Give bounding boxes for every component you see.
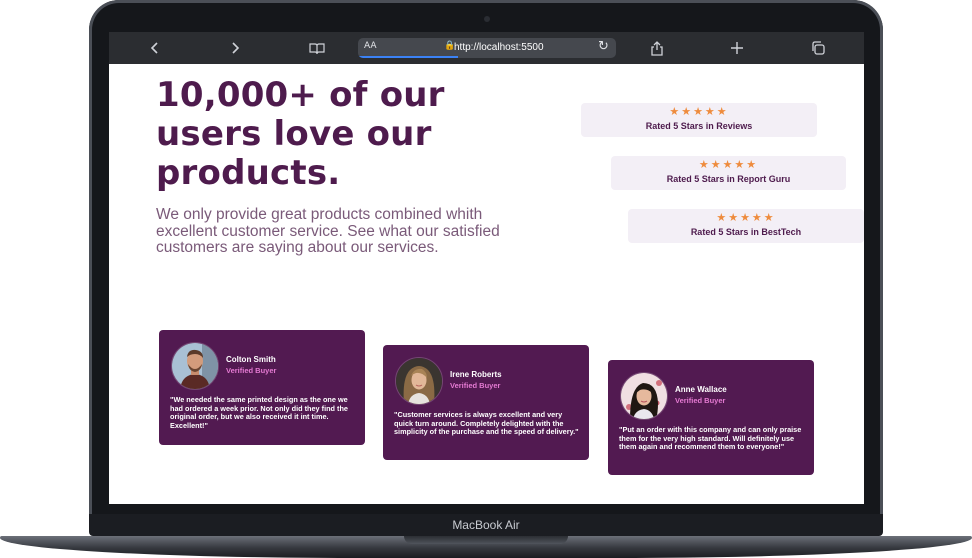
star-rating-icon: ★★★★★ xyxy=(716,211,776,224)
testimonial-name: Irene Roberts xyxy=(450,370,502,379)
bookmarks-button[interactable] xyxy=(305,38,329,58)
testimonial-role: Verified Buyer xyxy=(226,366,277,375)
chevron-right-icon xyxy=(232,42,240,54)
page-title: 10,000+ of our users love our products. xyxy=(156,75,445,193)
testimonial-role: Verified Buyer xyxy=(450,381,501,390)
device-label: MacBook Air xyxy=(452,518,520,532)
plus-icon xyxy=(731,42,743,54)
laptop-notch xyxy=(404,536,568,544)
testimonial-quote: "Put an order with this company and can … xyxy=(619,425,802,452)
book-icon xyxy=(309,42,325,54)
webcam xyxy=(484,16,490,22)
tabs-icon xyxy=(812,41,825,55)
testimonial-quote: "We needed the same printed design as th… xyxy=(170,395,348,430)
testimonial-quote: "Customer services is always excellent a… xyxy=(394,410,579,437)
rating-badge-besttech: ★★★★★ Rated 5 Stars in BestTech xyxy=(628,209,864,243)
testimonial-name: Anne Wallace xyxy=(675,385,727,394)
reload-icon[interactable]: ↻ xyxy=(598,39,609,54)
avatar xyxy=(171,342,219,390)
url-text: http://localhost:5500 xyxy=(454,42,544,53)
forward-button[interactable] xyxy=(223,38,247,58)
reader-button[interactable]: AA xyxy=(364,41,377,51)
testimonial-card: Irene Roberts Verified Buyer "Customer s… xyxy=(383,345,589,460)
testimonial-role: Verified Buyer xyxy=(675,396,726,405)
avatar xyxy=(620,372,668,420)
testimonial-card: Colton Smith Verified Buyer "We needed t… xyxy=(159,330,365,445)
address-bar[interactable]: AA 🔒 http://localhost:5500 ↻ xyxy=(358,38,616,58)
rating-label: Rated 5 Stars in Reviews xyxy=(645,121,753,131)
rating-label: Rated 5 Stars in Report Guru xyxy=(666,174,791,184)
new-tab-button[interactable] xyxy=(725,38,749,58)
share-icon xyxy=(651,40,663,56)
page-subtitle: We only provide great products combined … xyxy=(156,206,500,256)
testimonial-name: Colton Smith xyxy=(226,355,276,364)
browser-toolbar: AA 🔒 http://localhost:5500 ↻ xyxy=(109,32,864,64)
rating-badge-reviews: ★★★★★ Rated 5 Stars in Reviews xyxy=(581,103,817,137)
avatar xyxy=(395,357,443,405)
star-rating-icon: ★★★★★ xyxy=(698,158,759,171)
rating-label: Rated 5 Stars in BestTech xyxy=(690,227,802,237)
tabs-overview-button[interactable] xyxy=(806,38,830,58)
share-button[interactable] xyxy=(645,38,669,58)
testimonial-card: Anne Wallace Verified Buyer "Put an orde… xyxy=(608,360,814,475)
rating-badge-report-guru: ★★★★★ Rated 5 Stars in Report Guru xyxy=(611,156,846,190)
page-load-progress xyxy=(358,56,458,58)
browser-window: AA 🔒 http://localhost:5500 ↻ 10,000+ of … xyxy=(109,32,864,504)
star-rating-icon: ★★★★★ xyxy=(669,105,729,118)
chevron-left-icon xyxy=(150,42,158,54)
back-button[interactable] xyxy=(143,38,167,58)
